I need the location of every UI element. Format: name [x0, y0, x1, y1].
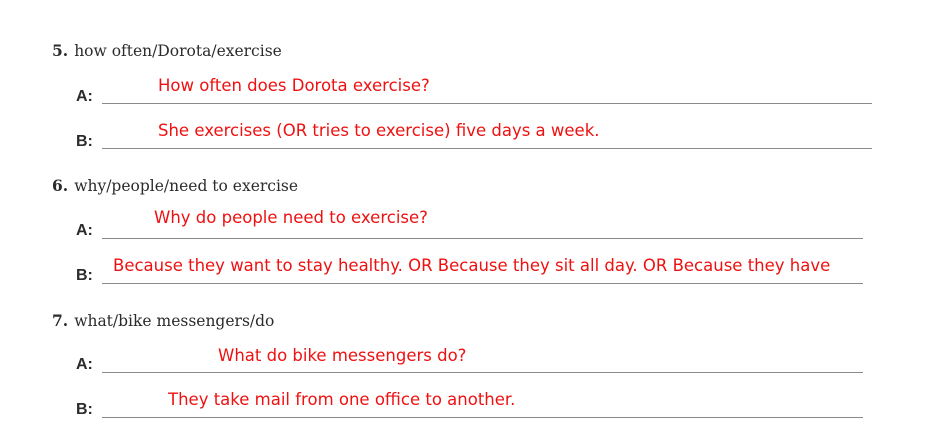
question-5-prompt: 5. how often/Dorota/exercise [52, 41, 282, 60]
question-6-prompt: 6. why/people/need to exercise [52, 176, 298, 195]
answer-line [102, 148, 872, 149]
answer-b-label: B: [76, 401, 93, 418]
answer-b-text: Because they want to stay healthy. OR Be… [113, 256, 831, 275]
question-text: what/bike messengers/do [74, 312, 275, 330]
answer-b-text: They take mail from one office to anothe… [168, 390, 516, 409]
answer-line [102, 283, 863, 284]
answer-line [102, 103, 872, 104]
answer-b-label: B: [76, 267, 93, 284]
answer-a-text: How often does Dorota exercise? [158, 76, 430, 95]
answer-line [102, 417, 863, 418]
answer-line [102, 238, 863, 239]
answer-a-text: What do bike messengers do? [218, 346, 467, 365]
answer-a-label: A: [76, 222, 93, 239]
question-number: 7. [52, 311, 69, 330]
question-number: 6. [52, 176, 69, 195]
question-7-prompt: 7. what/bike messengers/do [52, 311, 274, 330]
question-text: how often/Dorota/exercise [74, 42, 282, 60]
answer-a-text: Why do people need to exercise? [154, 208, 428, 227]
question-number: 5. [52, 41, 69, 60]
answer-b-label: B: [76, 133, 93, 150]
answer-a-label: A: [76, 88, 93, 105]
answer-b-text: She exercises (OR tries to exercise) fiv… [158, 121, 600, 140]
answer-line [102, 372, 863, 373]
answer-a-label: A: [76, 356, 93, 373]
question-text: why/people/need to exercise [74, 177, 299, 195]
